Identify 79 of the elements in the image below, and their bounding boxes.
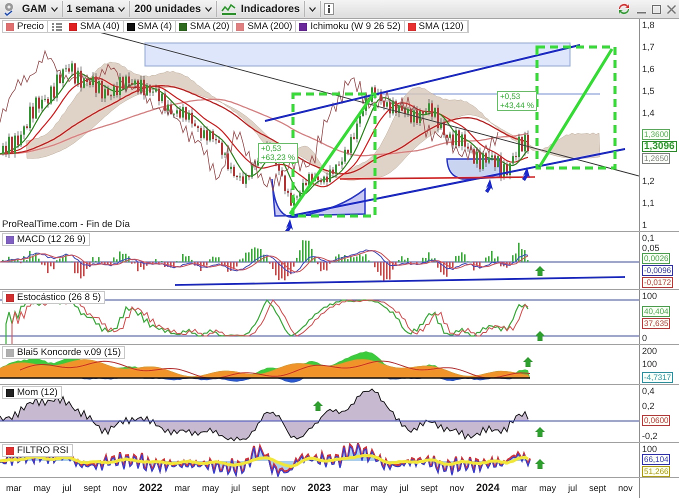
month-label: sept <box>84 483 101 493</box>
value-badge: 0,0600 <box>642 415 670 426</box>
month-label: sept <box>252 483 270 493</box>
value-badge: 37,635 <box>642 318 670 328</box>
month-label: nov <box>450 483 464 493</box>
value-badge: 66,104 <box>642 454 670 465</box>
axis-tick-label: 0,2 <box>642 400 656 411</box>
month-label: mar <box>512 483 528 493</box>
indicator-title-text: Blai5 Koncorde v.09 (15) <box>17 347 121 358</box>
month-label: may <box>539 483 556 493</box>
month-label: jul <box>231 483 240 493</box>
month-label: mar <box>174 483 190 493</box>
legend-chip[interactable]: Precio <box>3 21 48 32</box>
legend-chip[interactable]: SMA (4) <box>124 21 176 32</box>
value-badge: 0,0026 <box>642 253 670 264</box>
axis-tick-label: 0,1 <box>642 233 656 243</box>
year-label: 2024 <box>476 482 500 494</box>
value-badge: 1,2650 <box>642 153 670 164</box>
month-label: sept <box>589 483 606 493</box>
symbol-dropdown[interactable]: GAM <box>18 1 62 17</box>
annotation-text: +0,53 <box>261 144 282 153</box>
indicator-title-text: Estocástico (26 8 5) <box>17 292 101 303</box>
axis-tick-label: 1,4 <box>642 108 656 118</box>
period-dropdown[interactable]: 1 semana <box>62 1 130 17</box>
month-label: sept <box>420 483 438 493</box>
axis-tick-label: 200 <box>642 346 658 356</box>
month-label: mar <box>6 483 22 493</box>
month-label: nov <box>281 483 296 493</box>
source-label: ProRealTime.com - Fin de Día <box>2 219 130 230</box>
value-badge: 1,3600 <box>642 129 670 140</box>
legend-chip[interactable]: SMA (40) <box>66 21 124 32</box>
year-label: 2023 <box>308 482 332 494</box>
indicator-title[interactable]: Estocástico (26 8 5) <box>2 291 105 304</box>
value-badge: -4,7317 <box>642 372 674 383</box>
month-label: jul <box>568 483 578 493</box>
axis-tick-label: 100 <box>642 359 658 369</box>
value-badge: -0,0172 <box>642 277 674 288</box>
axis-tick-label: 1,2 <box>642 176 656 186</box>
month-label: jul <box>62 483 72 493</box>
axis-tick-label: 1,6 <box>642 64 656 74</box>
indicator-title[interactable]: Mom (12) <box>2 386 62 399</box>
month-label: may <box>370 483 388 493</box>
indicator-title[interactable]: MACD (12 26 9) <box>2 233 90 246</box>
legend-chip[interactable]: SMA (120) <box>404 21 468 32</box>
axis-tick-label: 100 <box>642 291 658 301</box>
indicator-title-text: MACD (12 26 9) <box>17 234 86 245</box>
axis-tick-label: 1,7 <box>642 42 656 52</box>
month-label: may <box>202 483 220 493</box>
axis-tick-label: 0 <box>642 333 648 343</box>
value-badge: 40,404 <box>642 306 670 316</box>
month-label: nov <box>618 483 633 493</box>
value-badge: 51,266 <box>642 466 670 477</box>
value-badge: 1,3096 <box>642 141 677 152</box>
axis-tick-label: 1,5 <box>642 86 656 96</box>
annotation-text: +0,53 <box>500 92 522 101</box>
month-label: jul <box>400 483 409 493</box>
units-dropdown[interactable]: 200 unidades <box>130 1 217 17</box>
indicator-title[interactable]: Blai5 Koncorde v.09 (15) <box>2 346 125 359</box>
annotation-text: +63,23 % <box>261 153 296 162</box>
axis-tick-label: 100 <box>642 444 658 454</box>
month-label: nov <box>112 483 128 493</box>
axis-tick-label: -0,2 <box>642 430 659 441</box>
legend-chip[interactable]: SMA (20) <box>176 21 234 32</box>
annotation-text: +43,44 % <box>500 101 534 110</box>
axis-tick-label: 1,1 <box>642 198 656 208</box>
indicator-title[interactable]: FILTRO RSI <box>2 444 73 457</box>
value-badge: -0,0096 <box>642 265 674 276</box>
axis-tick-label: 0,05 <box>642 243 661 253</box>
indicator-title-text: FILTRO RSI <box>17 445 69 456</box>
indicators-button[interactable]: Indicadores <box>216 1 305 17</box>
legend-chip[interactable]: Ichimoku (W 9 26 52) <box>296 21 405 32</box>
month-label: mar <box>343 483 359 493</box>
axis-tick-label: 0,4 <box>642 386 656 396</box>
axis-tick-label: 1 <box>642 220 648 230</box>
year-label: 2022 <box>139 482 162 494</box>
legend-chip[interactable]: SMA (200) <box>233 21 296 32</box>
month-label: may <box>34 483 51 493</box>
axis-tick-label: 1,8 <box>642 20 656 30</box>
indicator-title-text: Mom (12) <box>17 387 58 398</box>
